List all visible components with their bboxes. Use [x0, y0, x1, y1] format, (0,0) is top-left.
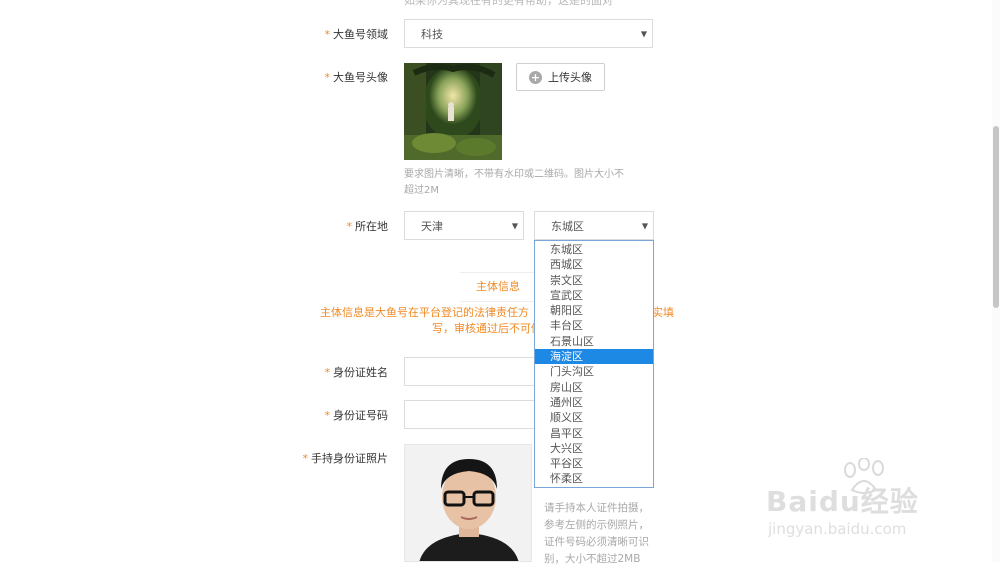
dropdown-option[interactable]: 平谷区 — [535, 456, 653, 471]
required-mark: * — [346, 220, 353, 233]
city-select[interactable]: 天津 ▼ — [404, 211, 524, 240]
watermark-brand: Baidu经验 — [766, 485, 919, 518]
avatar-label: * 大鱼号头像 — [268, 69, 389, 85]
domain-label: * 大鱼号领域 — [268, 26, 389, 42]
dropdown-option[interactable]: 朝阳区 — [535, 303, 653, 318]
top-cut-text: 如果你为其现在有的更有帮助，这是的面对 — [404, 0, 613, 7]
id-photo-hint-line: 请手持本人证件拍摄， — [544, 502, 649, 514]
city-select-value: 天津 — [421, 219, 443, 233]
required-mark: * — [302, 452, 309, 465]
domain-select-value: 科技 — [421, 27, 443, 41]
id-photo-example — [404, 444, 532, 562]
domain-label-text: 大鱼号领域 — [333, 28, 388, 41]
chevron-down-icon: ▼ — [640, 29, 647, 38]
upload-avatar-label: 上传头像 — [548, 71, 592, 84]
district-select-value: 东城区 — [551, 219, 584, 233]
id-photo-hint-line: 参考左侧的示例照片， — [544, 519, 649, 531]
dropdown-option[interactable]: 顺义区 — [535, 410, 653, 425]
avatar-hint-line2: 超过2M — [404, 185, 439, 196]
dropdown-option[interactable]: 大兴区 — [535, 441, 653, 456]
dropdown-option[interactable]: 丰台区 — [535, 318, 653, 333]
plus-icon: + — [529, 70, 542, 84]
required-mark: * — [324, 409, 331, 422]
district-dropdown[interactable]: 东城区 西城区 崇文区 宣武区 朝阳区 丰台区 石景山区 海淀区 门头沟区 房山… — [534, 240, 654, 488]
id-name-label: * 身份证姓名 — [268, 364, 389, 380]
chevron-down-icon: ▼ — [641, 221, 648, 230]
required-mark: * — [324, 71, 331, 84]
dropdown-option[interactable]: 房山区 — [535, 380, 653, 395]
id-photo-hint-line: 证件号码必须清晰可识 — [544, 536, 649, 548]
dropdown-option[interactable]: 宣武区 — [535, 288, 653, 303]
dropdown-option[interactable]: 崇文区 — [535, 273, 653, 288]
domain-select[interactable]: 科技 ▼ — [404, 19, 653, 48]
id-photo-label: * 手持身份证照片 — [268, 450, 389, 466]
dropdown-option[interactable]: 怀柔区 — [535, 471, 653, 486]
dropdown-option-highlighted[interactable]: 海淀区 — [535, 349, 653, 365]
avatar-image — [404, 63, 502, 160]
notice-line1-tail: 实填 — [652, 306, 674, 319]
required-mark: * — [324, 28, 331, 41]
section-title: 主体信息 — [460, 272, 536, 302]
avatar-hint-line1: 要求图片清晰，不带有水印或二维码。图片大小不 — [404, 169, 624, 180]
dropdown-option[interactable]: 昌平区 — [535, 426, 653, 441]
watermark-url: jingyan.baidu.com — [768, 520, 907, 538]
avatar-label-text: 大鱼号头像 — [333, 71, 388, 84]
scrollbar-thumb[interactable] — [993, 126, 999, 308]
dropdown-option[interactable]: 东城区 — [535, 242, 653, 257]
location-label-text: 所在地 — [355, 220, 388, 233]
chevron-down-icon: ▼ — [511, 221, 518, 230]
upload-avatar-button[interactable]: + 上传头像 — [516, 63, 605, 91]
dropdown-option[interactable]: 西城区 — [535, 257, 653, 272]
baidu-watermark: Baidu经验 jingyan.baidu.com — [766, 458, 956, 542]
district-select[interactable]: 东城区 ▼ — [534, 211, 654, 240]
dropdown-option[interactable]: 通州区 — [535, 395, 653, 410]
notice-line1: 主体信息是大鱼号在平台登记的法律责任方 — [320, 306, 529, 319]
id-photo-hint-line: 别，大小不超过2MB — [544, 553, 641, 565]
required-mark: * — [324, 366, 331, 379]
id-number-label-text: 身份证号码 — [333, 409, 388, 422]
avatar-hint: 要求图片清晰，不带有水印或二维码。图片大小不 超过2M — [404, 167, 654, 199]
location-label: * 所在地 — [268, 218, 389, 234]
id-photo-hint: 请手持本人证件拍摄， 参考左侧的示例照片， 证件号码必须清晰可识 别，大小不超过… — [544, 500, 664, 568]
dropdown-option[interactable]: 石景山区 — [535, 334, 653, 349]
id-name-label-text: 身份证姓名 — [333, 366, 388, 379]
dropdown-option[interactable]: 门头沟区 — [535, 364, 653, 379]
id-photo-label-text: 手持身份证照片 — [311, 452, 388, 465]
id-number-label: * 身份证号码 — [268, 407, 389, 423]
